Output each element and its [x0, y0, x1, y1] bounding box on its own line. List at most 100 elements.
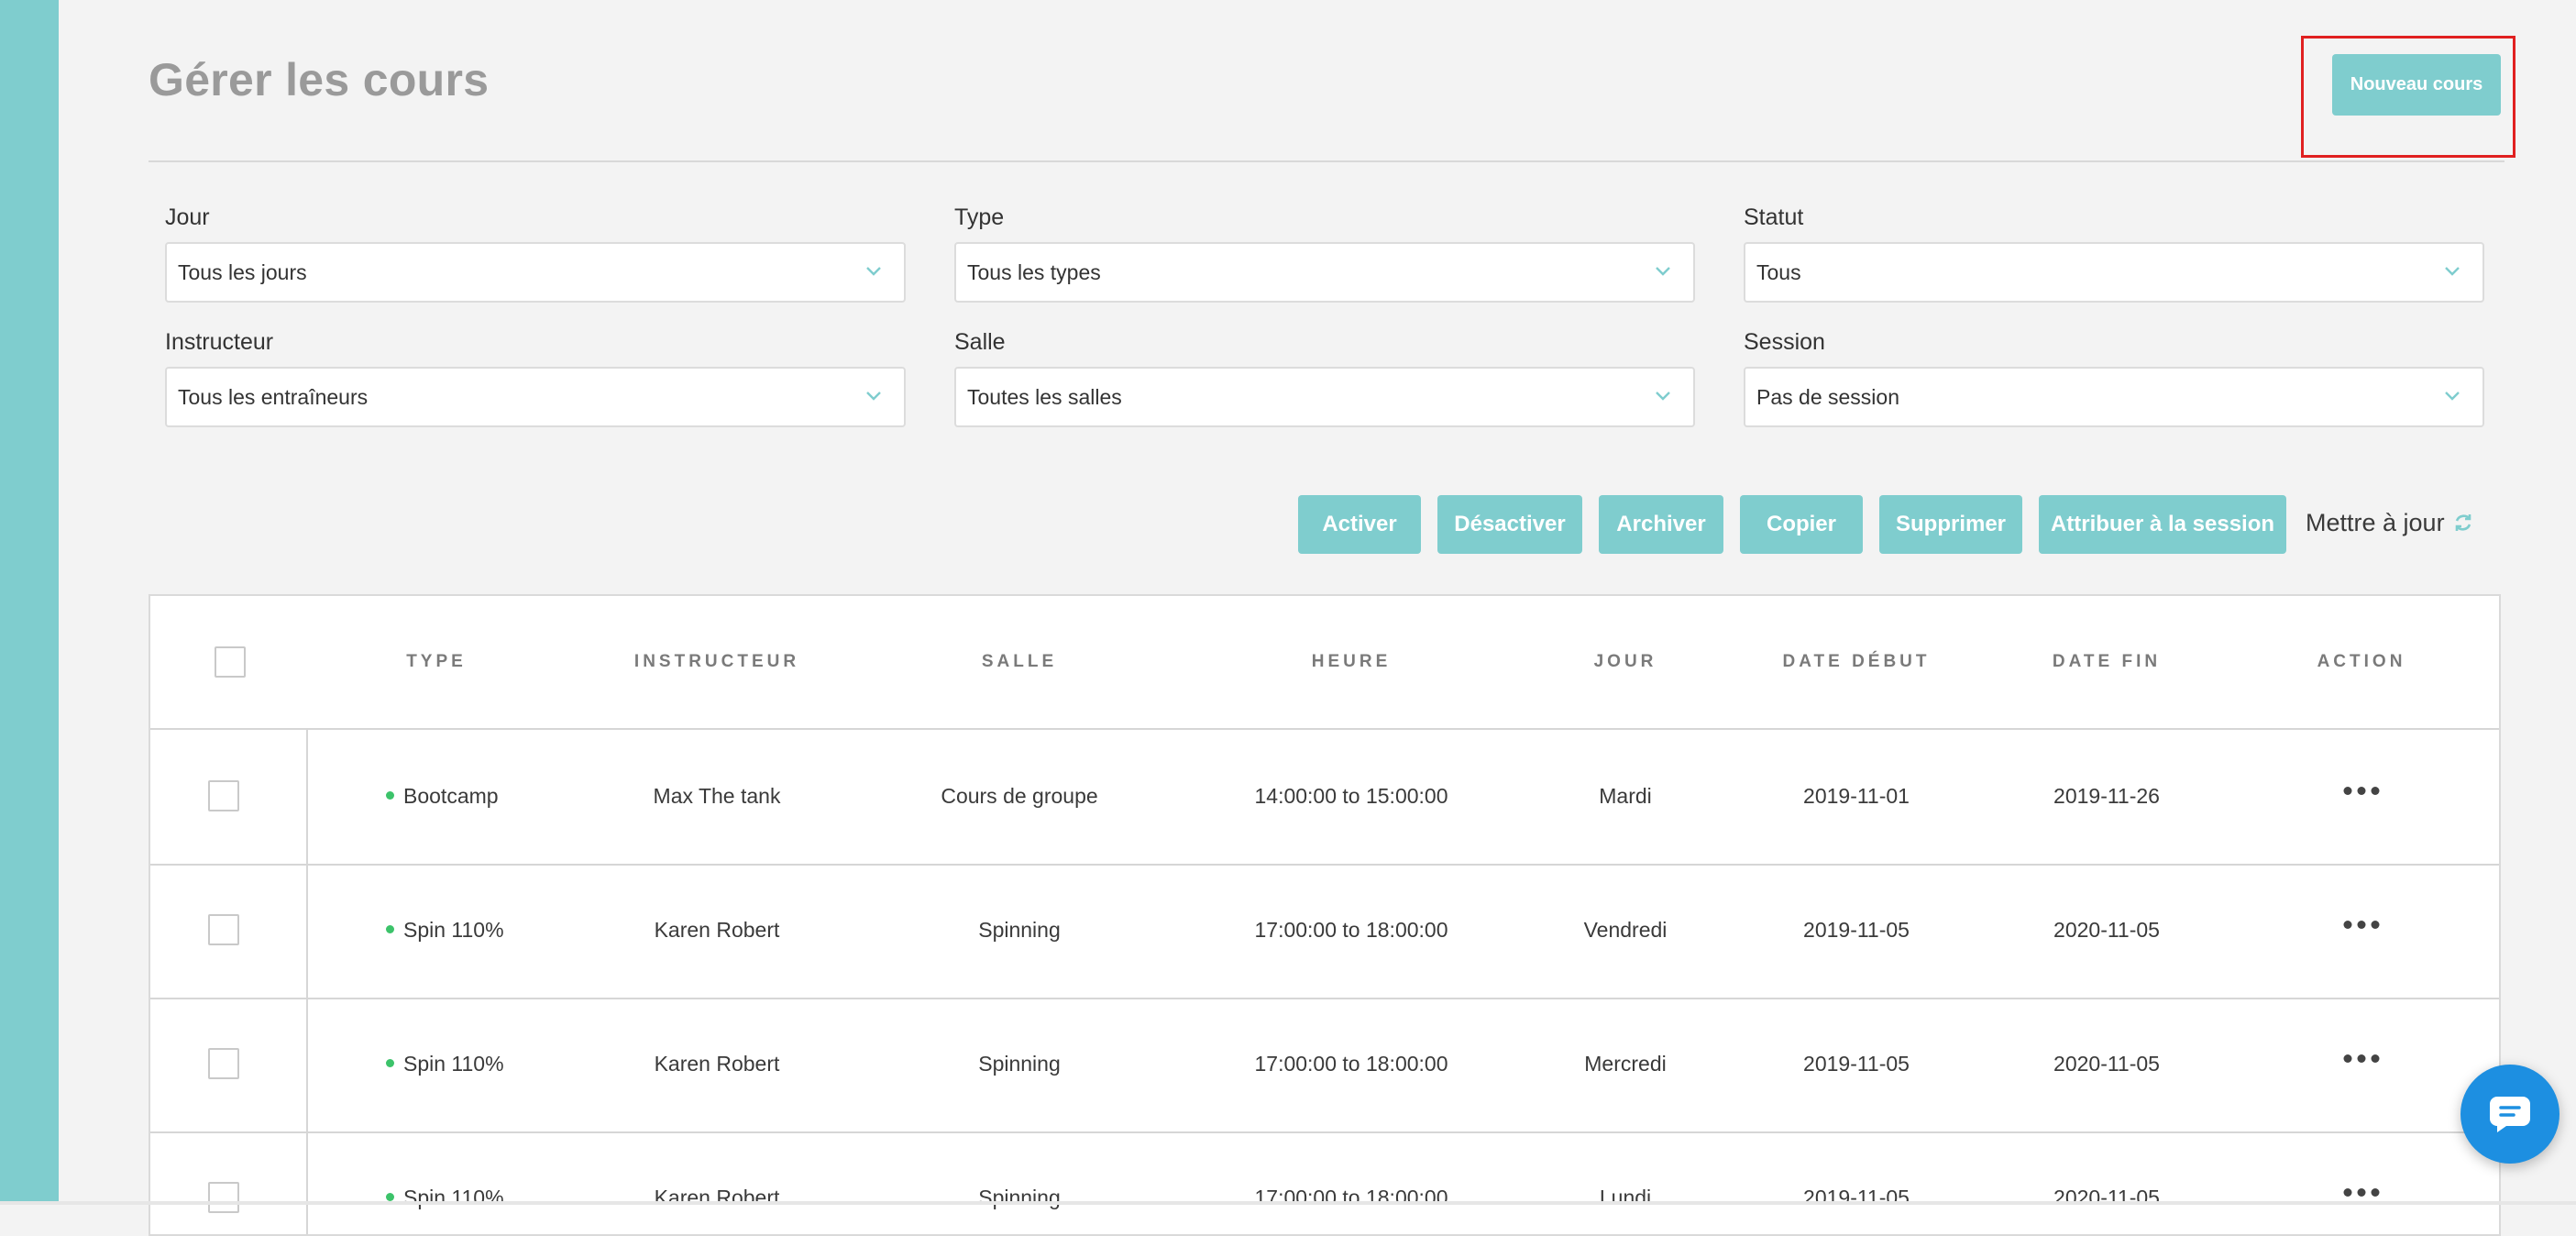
more-icon[interactable]: [2343, 1188, 2380, 1197]
cell-room: Spinning: [978, 918, 1061, 942]
filter-type: Type Tous les types: [954, 204, 1695, 303]
cell-day: Mercredi: [1584, 1052, 1667, 1076]
status-dot: [386, 791, 394, 800]
title-divider: [149, 160, 2504, 162]
cell-start-date: 2019-11-05: [1803, 918, 1910, 942]
chevron-down-icon: [2445, 267, 2460, 276]
room-select[interactable]: Toutes les salles: [954, 367, 1695, 427]
instructor-select-value: Tous les entraîneurs: [178, 385, 369, 409]
row-divider: [306, 998, 308, 1131]
row-divider: [306, 1131, 308, 1234]
cell-day: Lundi: [1599, 1186, 1652, 1209]
status-dot: [386, 1059, 394, 1068]
refresh-icon: [2455, 514, 2471, 531]
cell-day: Vendredi: [1583, 918, 1668, 942]
chevron-down-icon: [1656, 267, 1670, 276]
cell-type: Spin 110%: [386, 998, 504, 1130]
chat-icon: [2490, 1097, 2530, 1132]
activate-button[interactable]: Activer: [1298, 495, 1421, 554]
type-select[interactable]: Tous les types: [954, 242, 1695, 303]
row-checkbox[interactable]: [208, 914, 239, 945]
cell-type: Spin 110%: [386, 864, 504, 996]
header-room[interactable]: SALLE: [982, 596, 1057, 728]
table-row[interactable]: Bootcamp Max The tank Cours de groupe 14…: [150, 730, 2499, 866]
chevron-down-icon: [2445, 392, 2460, 401]
cell-end-date: 2020-11-05: [2053, 1186, 2160, 1209]
refresh-button[interactable]: Mettre à jour: [2306, 506, 2474, 539]
deactivate-button[interactable]: Désactiver: [1437, 495, 1582, 554]
cell-start-date: 2019-11-05: [1803, 1186, 1910, 1209]
filter-type-label: Type: [954, 204, 1005, 230]
new-course-button[interactable]: Nouveau cours: [2332, 54, 2501, 116]
header-type[interactable]: TYPE: [406, 596, 467, 728]
chat-button[interactable]: [2460, 1065, 2559, 1164]
filter-day: Jour Tous les jours: [165, 204, 906, 303]
cell-type-label: Bootcamp: [403, 784, 499, 808]
status-select[interactable]: Tous: [1744, 242, 2484, 303]
instructor-select[interactable]: Tous les entraîneurs: [165, 367, 906, 427]
session-select-value: Pas de session: [1756, 385, 1899, 409]
courses-table: TYPE INSTRUCTEUR SALLE HEURE JOUR DATE D…: [149, 594, 2501, 1236]
cell-day: Mardi: [1599, 784, 1652, 808]
archive-button[interactable]: Archiver: [1599, 495, 1723, 554]
room-select-value: Toutes les salles: [967, 385, 1122, 409]
row-divider: [306, 730, 308, 864]
cell-start-date: 2019-11-05: [1803, 1052, 1910, 1076]
cell-time: 17:00:00 to 18:00:00: [1254, 1186, 1448, 1209]
row-checkbox[interactable]: [208, 1182, 239, 1213]
filter-instructor: Instructeur Tous les entraîneurs: [165, 328, 906, 427]
cell-type-label: Spin 110%: [403, 1186, 504, 1209]
filter-session-label: Session: [1744, 329, 1825, 355]
chevron-down-icon: [1656, 392, 1670, 401]
copy-button[interactable]: Copier: [1740, 495, 1863, 554]
session-select[interactable]: Pas de session: [1744, 367, 2484, 427]
cell-type: Spin 110%: [386, 1131, 504, 1234]
cell-time: 17:00:00 to 18:00:00: [1254, 1052, 1448, 1076]
delete-button[interactable]: Supprimer: [1879, 495, 2022, 554]
more-icon[interactable]: [2343, 921, 2380, 929]
cell-instructor: Karen Robert: [654, 1052, 780, 1076]
chevron-down-icon: [866, 267, 881, 276]
cell-type-label: Spin 110%: [403, 918, 504, 942]
cell-instructor: Max The tank: [653, 784, 781, 808]
header-action: ACTION: [2317, 652, 2406, 671]
table-row[interactable]: Spin 110% Karen Robert Spinning 17:00:00…: [150, 864, 2499, 999]
select-all-checkbox[interactable]: [215, 646, 246, 678]
cell-type: Bootcamp: [386, 730, 499, 862]
header-end-date[interactable]: DATE FIN: [2053, 596, 2161, 728]
cell-instructor: Karen Robert: [654, 918, 780, 942]
bottom-border: [0, 1201, 2576, 1205]
cell-start-date: 2019-11-01: [1803, 784, 1910, 808]
more-icon[interactable]: [2343, 1054, 2380, 1063]
cell-room: Spinning: [978, 1186, 1061, 1209]
header-time[interactable]: HEURE: [1312, 596, 1392, 728]
cell-room: Cours de groupe: [941, 784, 1098, 808]
sidebar: [0, 0, 59, 1205]
status-dot: [386, 925, 394, 934]
table-row[interactable]: Spin 110% Karen Robert Spinning 17:00:00…: [150, 1131, 2499, 1234]
filter-room: Salle Toutes les salles: [954, 328, 1695, 427]
cell-time: 17:00:00 to 18:00:00: [1254, 918, 1448, 942]
status-select-value: Tous: [1756, 260, 1801, 284]
more-icon[interactable]: [2343, 787, 2380, 795]
refresh-label: Mettre à jour: [2306, 508, 2445, 536]
assign-session-button[interactable]: Attribuer à la session: [2039, 495, 2286, 554]
header-day[interactable]: JOUR: [1594, 596, 1657, 728]
day-select[interactable]: Tous les jours: [165, 242, 906, 303]
filter-instructor-label: Instructeur: [165, 329, 274, 355]
chevron-down-icon: [866, 392, 881, 401]
row-checkbox[interactable]: [208, 1048, 239, 1079]
table-row[interactable]: Spin 110% Karen Robert Spinning 17:00:00…: [150, 998, 2499, 1133]
day-select-value: Tous les jours: [178, 260, 307, 284]
page-title: Gérer les cours: [149, 54, 490, 105]
filter-session: Session Pas de session: [1744, 328, 2484, 427]
row-divider: [306, 864, 308, 998]
row-checkbox[interactable]: [208, 780, 239, 811]
cell-instructor: Karen Robert: [654, 1186, 780, 1209]
type-select-value: Tous les types: [967, 260, 1101, 284]
header-instructor[interactable]: INSTRUCTEUR: [634, 596, 799, 728]
filter-status-label: Statut: [1744, 204, 1804, 230]
header-start-date[interactable]: DATE DÉBUT: [1782, 596, 1930, 728]
table-header: TYPE INSTRUCTEUR SALLE HEURE JOUR DATE D…: [150, 596, 2499, 730]
cell-end-date: 2020-11-05: [2053, 1052, 2160, 1076]
